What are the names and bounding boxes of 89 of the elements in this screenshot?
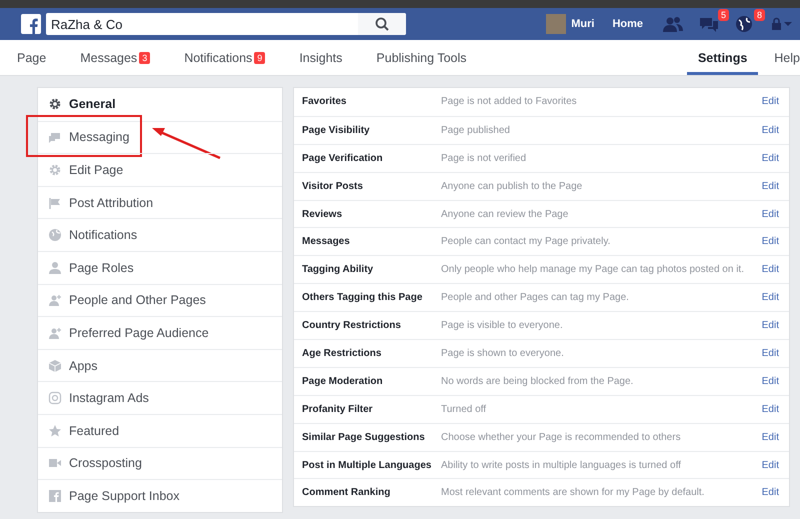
search-icon xyxy=(375,17,389,31)
search-button[interactable] xyxy=(358,13,406,35)
count-badge: 9 xyxy=(254,52,266,64)
setting-value: Page is shown to everyone. xyxy=(441,348,565,359)
setting-name: Country Restrictions xyxy=(302,320,402,332)
sidebar-item[interactable]: Page Support Inbox xyxy=(38,479,282,512)
setting-value: Only people who help manage my Page can tag photos posted on it. xyxy=(441,264,745,276)
setting-value: No words are being blocked from the Page. xyxy=(441,376,634,387)
setting-name: Reviews xyxy=(302,208,344,220)
globe-icon xyxy=(48,228,62,242)
setting-value: Page is not added to Favorites xyxy=(441,96,578,108)
setting-name: Page Moderation xyxy=(302,376,384,387)
sidebar-item[interactable]: Instagram Ads xyxy=(38,381,282,414)
setting-name: Comment Ranking xyxy=(302,487,392,498)
setting-value: Ability to write posts in multiple languages is turned off xyxy=(441,460,682,471)
edit-link[interactable]: Edit xyxy=(762,487,779,498)
star-icon xyxy=(48,424,62,438)
tab[interactable]: Insights xyxy=(288,40,354,75)
avatar-placeholder xyxy=(546,14,566,34)
chat-bubbles-icon xyxy=(698,15,720,33)
person-plus-icon xyxy=(48,293,62,308)
tab[interactable]: Help xyxy=(763,40,800,75)
edit-link[interactable]: Edit xyxy=(762,124,779,136)
edit-link[interactable]: Edit xyxy=(762,404,779,415)
setting-value: Page published xyxy=(441,124,511,136)
count-badge: 3 xyxy=(139,52,150,64)
sidebar-item[interactable]: Page Roles xyxy=(38,250,282,284)
setting-name: Age Restrictions xyxy=(302,348,382,359)
setting-name: Messages xyxy=(302,236,351,248)
setting-name: Others Tagging this Page xyxy=(302,292,424,304)
setting-name: Favorites xyxy=(302,96,348,108)
tab[interactable]: Publishing Tools xyxy=(365,40,478,75)
messages-count-badge: 5 xyxy=(718,9,729,21)
sidebar-item[interactable]: General xyxy=(38,88,282,121)
setting-name: Visitor Posts xyxy=(302,180,364,192)
sidebar-item[interactable]: Apps xyxy=(38,348,282,382)
person-icon xyxy=(48,260,62,275)
edit-link[interactable]: Edit xyxy=(762,96,779,108)
setting-value: People can contact my Page privately. xyxy=(441,236,612,248)
sidebar-item[interactable]: Post Attribution xyxy=(38,186,282,218)
edit-link[interactable]: Edit xyxy=(762,460,779,471)
setting-name: Profanity Filter xyxy=(302,404,374,415)
camera-icon xyxy=(48,391,62,406)
edit-link[interactable]: Edit xyxy=(762,180,779,192)
notifications-count-badge: 8 xyxy=(754,9,765,21)
chat-bubbles-icon xyxy=(48,130,62,144)
gear-icon xyxy=(48,97,62,112)
setting-name: Page Visibility xyxy=(302,124,371,136)
setting-value: Anyone can review the Page xyxy=(441,208,570,220)
edit-link[interactable]: Edit xyxy=(762,292,779,304)
setting-value: People and other Pages can tag my Page. xyxy=(441,292,630,304)
tab[interactable]: Page xyxy=(6,40,58,75)
setting-value: Most relevant comments are shown for my Page by default. xyxy=(441,487,706,498)
people-icon xyxy=(662,15,684,33)
sidebar-item[interactable]: Crossposting xyxy=(38,446,282,480)
flag-icon xyxy=(48,196,62,210)
annotation-arrow xyxy=(150,126,222,160)
home-link[interactable]: Home xyxy=(603,18,652,30)
profile-link[interactable]: Muri xyxy=(537,14,604,34)
setting-value: Turned off xyxy=(441,404,488,415)
setting-value: Page is not verified xyxy=(441,152,528,164)
edit-link[interactable]: Edit xyxy=(762,236,779,248)
edit-link[interactable]: Edit xyxy=(762,320,779,332)
facebook-logo-icon xyxy=(21,14,41,34)
setting-name: Page Verification xyxy=(302,152,384,164)
setting-value: Choose whether your Page is recommended to others xyxy=(441,432,682,443)
setting-value: Anyone can publish to the Page xyxy=(441,180,584,192)
tab[interactable]: Settings xyxy=(686,40,758,75)
edit-link[interactable]: Edit xyxy=(762,152,779,164)
tab[interactable]: Notifications 9 xyxy=(173,40,276,75)
setting-name: Post in Multiple Languages xyxy=(302,460,432,471)
sidebar-item[interactable]: People and Other Pages xyxy=(38,284,282,316)
edit-link[interactable]: Edit xyxy=(762,264,779,276)
setting-name: Similar Page Suggestions xyxy=(302,432,426,443)
edit-link[interactable]: Edit xyxy=(762,376,779,387)
sidebar-item[interactable]: Notifications xyxy=(38,218,282,251)
facebook-logo-icon xyxy=(48,488,62,503)
sidebar-item[interactable]: Featured xyxy=(38,414,282,447)
cube-icon xyxy=(48,358,62,373)
person-plus-icon xyxy=(48,326,62,340)
edit-link[interactable]: Edit xyxy=(762,432,779,443)
edit-link[interactable]: Edit xyxy=(762,348,779,359)
setting-value: Page is visible to everyone. xyxy=(441,320,564,332)
setting-name: Tagging Ability xyxy=(302,264,374,276)
gear-icon xyxy=(48,162,62,177)
sidebar-item[interactable]: Edit Page xyxy=(38,153,282,186)
tab[interactable]: Messages 3 xyxy=(69,40,162,75)
sidebar-item[interactable]: Preferred Page Audience xyxy=(38,316,282,349)
edit-link[interactable]: Edit xyxy=(762,208,779,220)
